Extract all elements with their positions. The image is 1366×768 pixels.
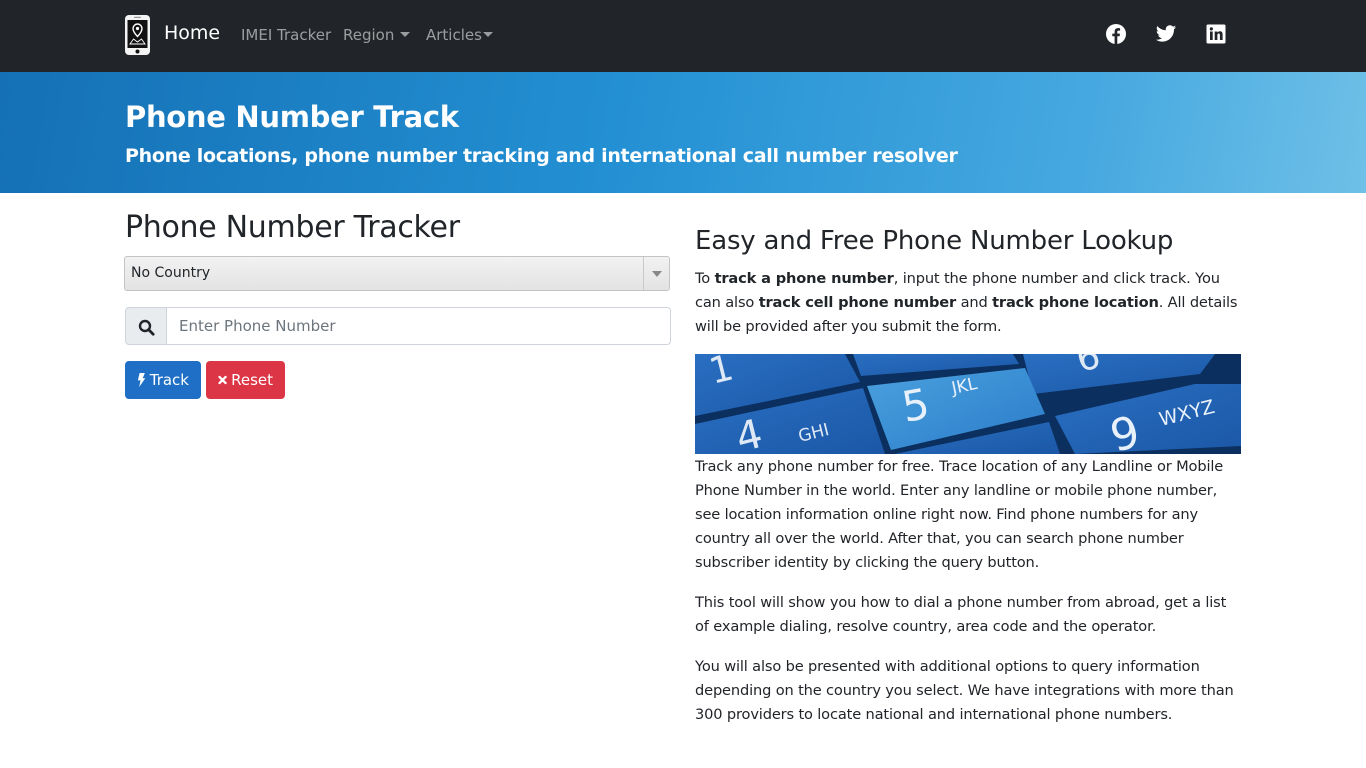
hero-subtitle: Phone locations, phone number tracking a… [125,145,958,167]
country-select-toggle[interactable] [643,257,669,290]
caret-down-icon [652,271,662,277]
hero-banner: Phone Number Track Phone locations, phon… [0,72,1366,193]
brand-home-link[interactable]: Home [124,14,220,56]
nav-link-imei-tracker[interactable]: IMEI Tracker [241,26,331,44]
phone-number-input[interactable] [166,307,671,345]
hero-title: Phone Number Track [125,100,459,134]
facebook-link[interactable] [1105,23,1127,45]
close-icon [218,375,227,385]
bold-phrase: track cell phone number [758,294,957,311]
phone-location-logo-icon [125,15,150,55]
reset-button-label: Reset [231,371,273,389]
linkedin-link[interactable] [1205,23,1227,45]
lookup-paragraph: Track any phone number for free. Trace l… [695,458,1224,571]
country-select[interactable]: No Country [124,256,670,291]
bolt-icon [137,373,146,387]
keypad-illustration: 1 4 GHI 5 JKL 6 9 WXYZ [695,354,1241,454]
track-button[interactable]: Track [125,361,201,399]
nav-dropdown-region-label: Region [343,26,395,44]
brand-home-label: Home [164,22,221,44]
track-button-label: Track [149,371,189,389]
lookup-paragraph: You will also be presented with addition… [695,658,1234,723]
search-icon [138,319,155,336]
lookup-paragraph: This tool will show you how to dial a ph… [695,594,1227,635]
navbar: Home IMEI Tracker Region Articles [0,0,1366,72]
nav-dropdown-articles-label: Articles [426,26,482,44]
nav-dropdown-articles[interactable]: Articles [426,26,493,44]
caret-down-icon [482,32,493,37]
search-icon-addon [125,307,167,345]
nav-dropdown-region[interactable]: Region [343,26,411,44]
twitter-icon [1155,25,1177,42]
keypad-image: 1 4 GHI 5 JKL 6 9 WXYZ [695,354,1241,454]
tracker-title: Phone Number Tracker [125,210,460,245]
caret-down-icon [400,32,411,37]
twitter-link[interactable] [1155,23,1177,45]
phone-input-group [125,307,671,345]
country-select-value: No Country [131,265,211,281]
nav-link-imei-tracker-label: IMEI Tracker [241,26,332,44]
lookup-intro-paragraph: To track a phone number, input the phone… [695,270,1238,335]
linkedin-icon [1206,24,1226,44]
lookup-title: Easy and Free Phone Number Lookup [695,226,1174,256]
reset-button[interactable]: Reset [206,361,285,399]
facebook-icon [1106,24,1126,44]
bold-phrase: track a phone number [714,270,894,287]
bold-phrase: track phone location [992,294,1159,311]
